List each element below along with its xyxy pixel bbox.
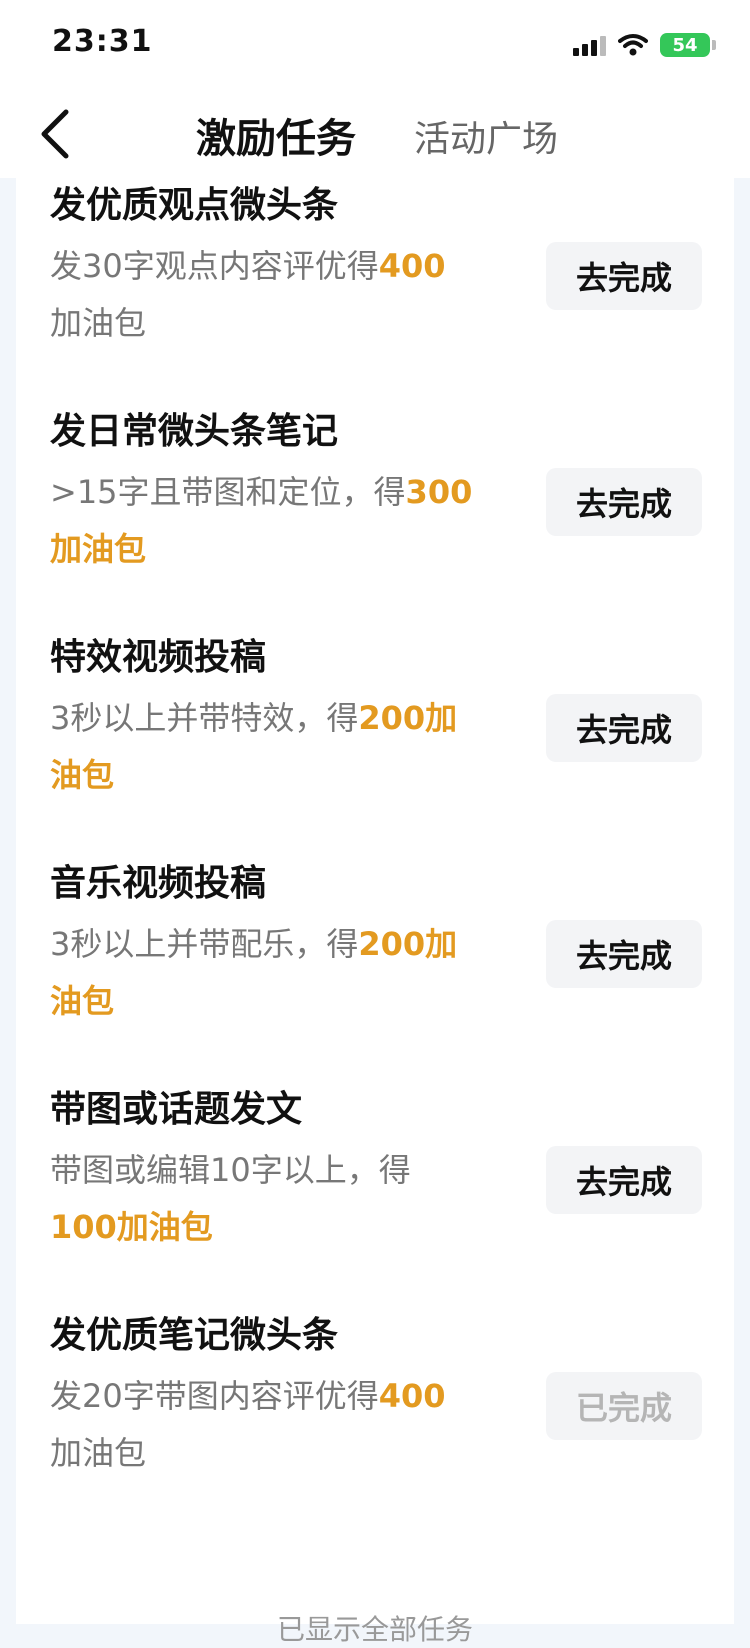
reward-amount: 200加 [358, 699, 458, 737]
reward-amount: 400 [378, 247, 446, 285]
go-complete-button[interactable]: 去完成 [546, 920, 702, 988]
reward-amount: 油包 [50, 756, 115, 794]
task-title: 特效视频投稿 [50, 637, 267, 678]
task-description-line: 油包 [50, 747, 518, 804]
task-item: 带图或话题发文 带图或编辑10字以上，得 100加油包 去完成 [50, 1086, 734, 1286]
task-description-line: 3秒以上并带配乐，得200加 [50, 916, 518, 973]
description-text: 加油包 [50, 304, 147, 342]
go-complete-button[interactable]: 去完成 [546, 694, 702, 762]
battery-icon: 54 [660, 33, 710, 57]
task-description: 发30字观点内容评优得400 加油包 [50, 238, 518, 352]
description-text: 带图或编辑10字以上，得 [50, 1151, 411, 1189]
reward-amount: 300 [405, 473, 473, 511]
task-title: 发优质观点微头条 [50, 185, 339, 226]
tab-incentive-tasks[interactable]: 激励任务 [196, 106, 356, 164]
task-list: 发优质观点微头条 发30字观点内容评优得400 加油包 去完成 发日常微头条笔记 … [16, 178, 734, 1646]
task-description: 发20字带图内容评优得400 加油包 [50, 1368, 518, 1482]
task-description-line: 100加油包 [50, 1199, 518, 1256]
description-text: >15字且带图和定位，得 [50, 473, 406, 511]
task-title: 发日常微头条笔记 [50, 411, 339, 452]
reward-amount: 油包 [50, 982, 115, 1020]
go-complete-button[interactable]: 去完成 [546, 468, 702, 536]
completed-button[interactable]: 已完成 [546, 1372, 702, 1440]
task-item: 发优质笔记微头条 发20字带图内容评优得400 加油包 已完成 [50, 1312, 734, 1512]
task-item: 发优质观点微头条 发30字观点内容评优得400 加油包 去完成 [50, 182, 734, 382]
task-title: 发优质笔记微头条 [50, 1315, 339, 1356]
task-description-line: 加油包 [50, 1425, 518, 1482]
reward-amount: 100加油包 [50, 1208, 213, 1246]
task-title: 音乐视频投稿 [50, 863, 267, 904]
go-complete-button[interactable]: 去完成 [546, 242, 702, 310]
task-description-line: 加油包 [50, 295, 518, 352]
list-end-text: 已显示全部任务 [276, 1613, 473, 1646]
reward-amount: 200加 [358, 925, 458, 963]
tab-activity-square[interactable]: 活动广场 [414, 110, 558, 162]
go-complete-button[interactable]: 去完成 [546, 1146, 702, 1214]
battery-cap [712, 40, 716, 50]
task-description-line: 加油包 [50, 521, 518, 578]
task-description-line: 油包 [50, 973, 518, 1030]
task-description-line: 发30字观点内容评优得400 [50, 238, 518, 295]
wifi-icon [618, 34, 648, 56]
task-description: 3秒以上并带特效，得200加油包 [50, 690, 518, 804]
task-title: 带图或话题发文 [50, 1089, 303, 1130]
description-text: 发30字观点内容评优得 [50, 247, 379, 285]
reward-amount: 加油包 [50, 530, 147, 568]
description-text: 加油包 [50, 1434, 147, 1472]
status-icons: 54 [573, 30, 716, 60]
task-description-line: >15字且带图和定位，得300 [50, 464, 518, 521]
chevron-left-icon[interactable] [34, 106, 86, 162]
status-bar: 23:31 54 [0, 0, 750, 88]
task-item: 音乐视频投稿 3秒以上并带配乐，得200加油包 去完成 [50, 860, 734, 1060]
task-description-line: 发20字带图内容评优得400 [50, 1368, 518, 1425]
task-item: 发日常微头条笔记 >15字且带图和定位，得300 加油包 去完成 [50, 408, 734, 608]
task-description: >15字且带图和定位，得300 加油包 [50, 464, 518, 578]
task-description-line: 3秒以上并带特效，得200加 [50, 690, 518, 747]
description-text: 3秒以上并带配乐，得 [50, 925, 359, 963]
status-time: 23:31 [52, 24, 153, 59]
reward-amount: 400 [378, 1377, 446, 1415]
description-text: 发20字带图内容评优得 [50, 1377, 379, 1415]
task-description-line: 带图或编辑10字以上，得 [50, 1142, 518, 1199]
signal-icon [573, 34, 606, 56]
task-description: 带图或编辑10字以上，得 100加油包 [50, 1142, 518, 1256]
nav-header: 激励任务 活动广场 [0, 88, 750, 178]
description-text: 3秒以上并带特效，得 [50, 699, 359, 737]
task-description: 3秒以上并带配乐，得200加油包 [50, 916, 518, 1030]
task-item: 特效视频投稿 3秒以上并带特效，得200加油包 去完成 [50, 634, 734, 834]
